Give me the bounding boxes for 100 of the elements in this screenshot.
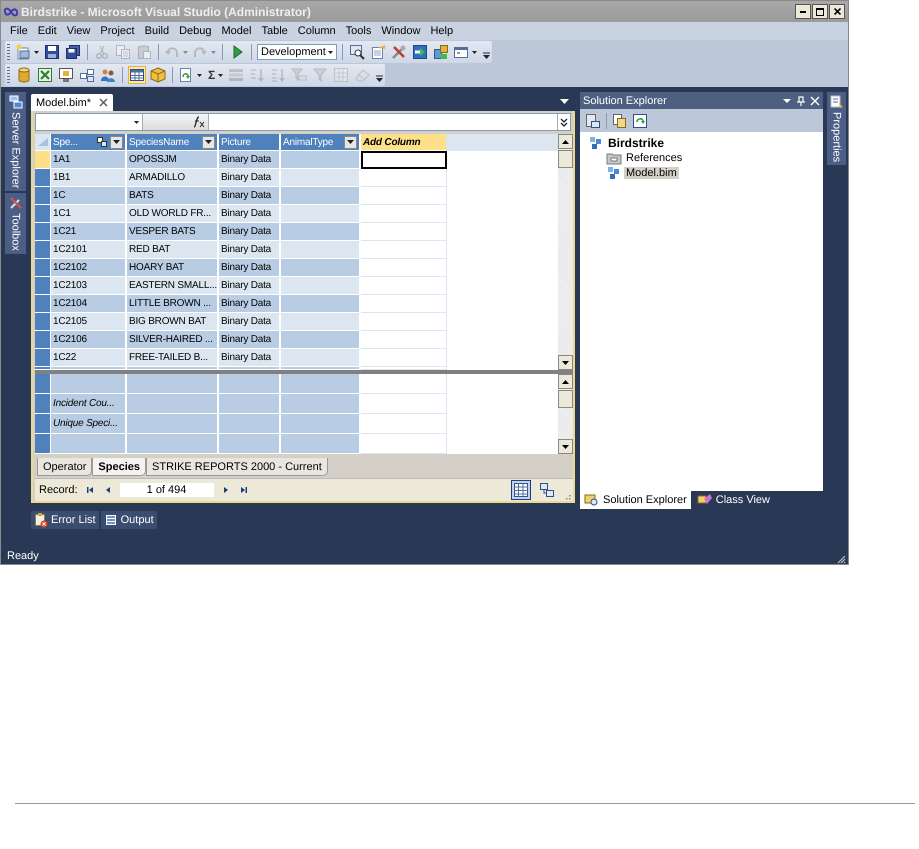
show-files-icon[interactable] (611, 112, 629, 130)
close-button[interactable] (829, 4, 845, 19)
scrollbar[interactable] (558, 134, 573, 370)
import-icon[interactable] (411, 43, 429, 61)
row-header[interactable] (35, 434, 51, 454)
row-header[interactable] (35, 241, 51, 259)
column-header[interactable]: Spe... (51, 134, 127, 151)
menu-item[interactable]: Build (140, 25, 174, 37)
measure-cell[interactable] (361, 374, 447, 394)
measure-cell[interactable] (361, 414, 447, 434)
row-header[interactable] (35, 349, 51, 367)
scroll-up-button[interactable] (558, 134, 573, 149)
row-header[interactable] (35, 259, 51, 277)
tree-item[interactable]: Birdstrike (606, 136, 666, 150)
column-pin-icon[interactable] (97, 137, 107, 147)
properties-icon[interactable] (369, 43, 387, 61)
refresh-icon[interactable] (631, 112, 649, 130)
row-header[interactable] (35, 295, 51, 313)
menu-item[interactable]: Debug (174, 25, 216, 37)
close-icon[interactable] (99, 98, 108, 107)
menu-item[interactable]: Tools (340, 25, 376, 37)
row-header[interactable] (35, 223, 51, 241)
menu-item[interactable]: Edit (32, 25, 62, 37)
spreadsheet-icon[interactable] (36, 66, 54, 84)
maximize-button[interactable] (812, 4, 828, 19)
panel-tab[interactable]: Class View (692, 491, 774, 509)
measure-cell[interactable] (361, 394, 447, 414)
layout-icon[interactable] (432, 43, 450, 61)
sheet-tab[interactable]: Operator (37, 458, 92, 476)
filter-dropdown-button[interactable] (110, 136, 123, 148)
scroll-thumb[interactable] (558, 390, 573, 408)
table-icon[interactable] (128, 66, 146, 84)
minimize-button[interactable] (795, 4, 811, 19)
row-header[interactable] (35, 187, 51, 205)
tree-item[interactable]: References (624, 152, 684, 164)
measure-cell[interactable]: Unique Speci... (51, 414, 127, 434)
document-tab[interactable]: Model.bim* (31, 94, 114, 111)
tree-item[interactable]: Model.bim (624, 166, 679, 178)
menu-item[interactable]: View (62, 25, 96, 37)
menu-item[interactable]: File (5, 25, 33, 37)
status-text: Ready (7, 550, 39, 562)
row-header[interactable] (35, 313, 51, 331)
row-header[interactable] (35, 331, 51, 349)
diagram-view-button[interactable] (537, 480, 557, 500)
tables-icon[interactable] (78, 66, 96, 84)
properties-icon[interactable] (584, 112, 602, 130)
caret-icon (218, 74, 224, 76)
document-list-icon[interactable] (560, 99, 569, 104)
table-cell[interactable] (361, 151, 447, 169)
resize-grip-icon[interactable] (563, 493, 571, 501)
menu-item[interactable]: Model (216, 25, 256, 37)
sum-button[interactable]: Σ (206, 66, 224, 84)
menu-item[interactable]: Table (256, 25, 293, 37)
scroll-down-button[interactable] (558, 355, 573, 370)
tool-window-tab[interactable]: Error List (31, 511, 99, 529)
configuration-dropdown[interactable]: Development (257, 44, 337, 60)
new-item-icon[interactable] (15, 43, 40, 61)
scroll-up-button[interactable] (558, 374, 573, 389)
row-header[interactable] (35, 394, 51, 414)
table-cell: Binary Data (219, 187, 281, 205)
scroll-thumb[interactable] (558, 150, 573, 168)
row-header[interactable] (35, 374, 51, 394)
row-header[interactable] (35, 414, 51, 434)
measure-cell[interactable]: Incident Cou... (51, 394, 127, 414)
monitor-icon[interactable] (57, 66, 75, 84)
measure-cell[interactable] (361, 434, 447, 454)
resize-grip-icon[interactable] (836, 554, 846, 564)
find-icon[interactable] (348, 43, 366, 61)
filter-dropdown-button[interactable] (344, 136, 357, 148)
add-column-header[interactable]: Add Column (361, 134, 447, 151)
tool-window-tab[interactable]: Output (100, 511, 157, 529)
pin-icon[interactable] (796, 96, 806, 106)
column-header[interactable]: Picture (219, 134, 281, 151)
grip-handle[interactable] (7, 67, 10, 83)
grid-view-button[interactable] (511, 480, 531, 500)
calculate-icon[interactable] (178, 66, 203, 84)
tools-icon[interactable] (390, 43, 408, 61)
side-tab[interactable]: Properties (827, 92, 846, 166)
menu-item[interactable]: Window (376, 25, 426, 37)
row-header[interactable] (35, 277, 51, 295)
menu-item[interactable]: Help (425, 25, 458, 37)
scrollbar[interactable] (558, 374, 573, 454)
column-header[interactable]: SpeciesName (127, 134, 219, 151)
row-header[interactable] (35, 169, 51, 187)
sheet-tab[interactable]: Species (92, 458, 146, 476)
menu-item[interactable]: Column (292, 25, 341, 37)
save-all-icon[interactable] (64, 43, 82, 61)
side-tab[interactable]: Server Explorer (5, 92, 26, 192)
grip-handle[interactable] (7, 44, 10, 60)
filter-dropdown-button[interactable] (202, 136, 215, 148)
side-tab[interactable]: Toolbox (5, 193, 26, 254)
menu-item[interactable]: Project (95, 25, 140, 37)
panel-tab[interactable]: Solution Explorer (580, 491, 691, 509)
column-header[interactable]: AnimalType (281, 134, 361, 151)
record-field[interactable]: 1 of 494 (120, 483, 214, 497)
save-icon[interactable] (43, 43, 61, 61)
cube-icon[interactable] (149, 66, 167, 84)
sheet-tab[interactable]: STRIKE REPORTS 2000 - Current (146, 458, 328, 476)
scroll-down-button[interactable] (558, 439, 573, 454)
row-header[interactable] (35, 205, 51, 223)
